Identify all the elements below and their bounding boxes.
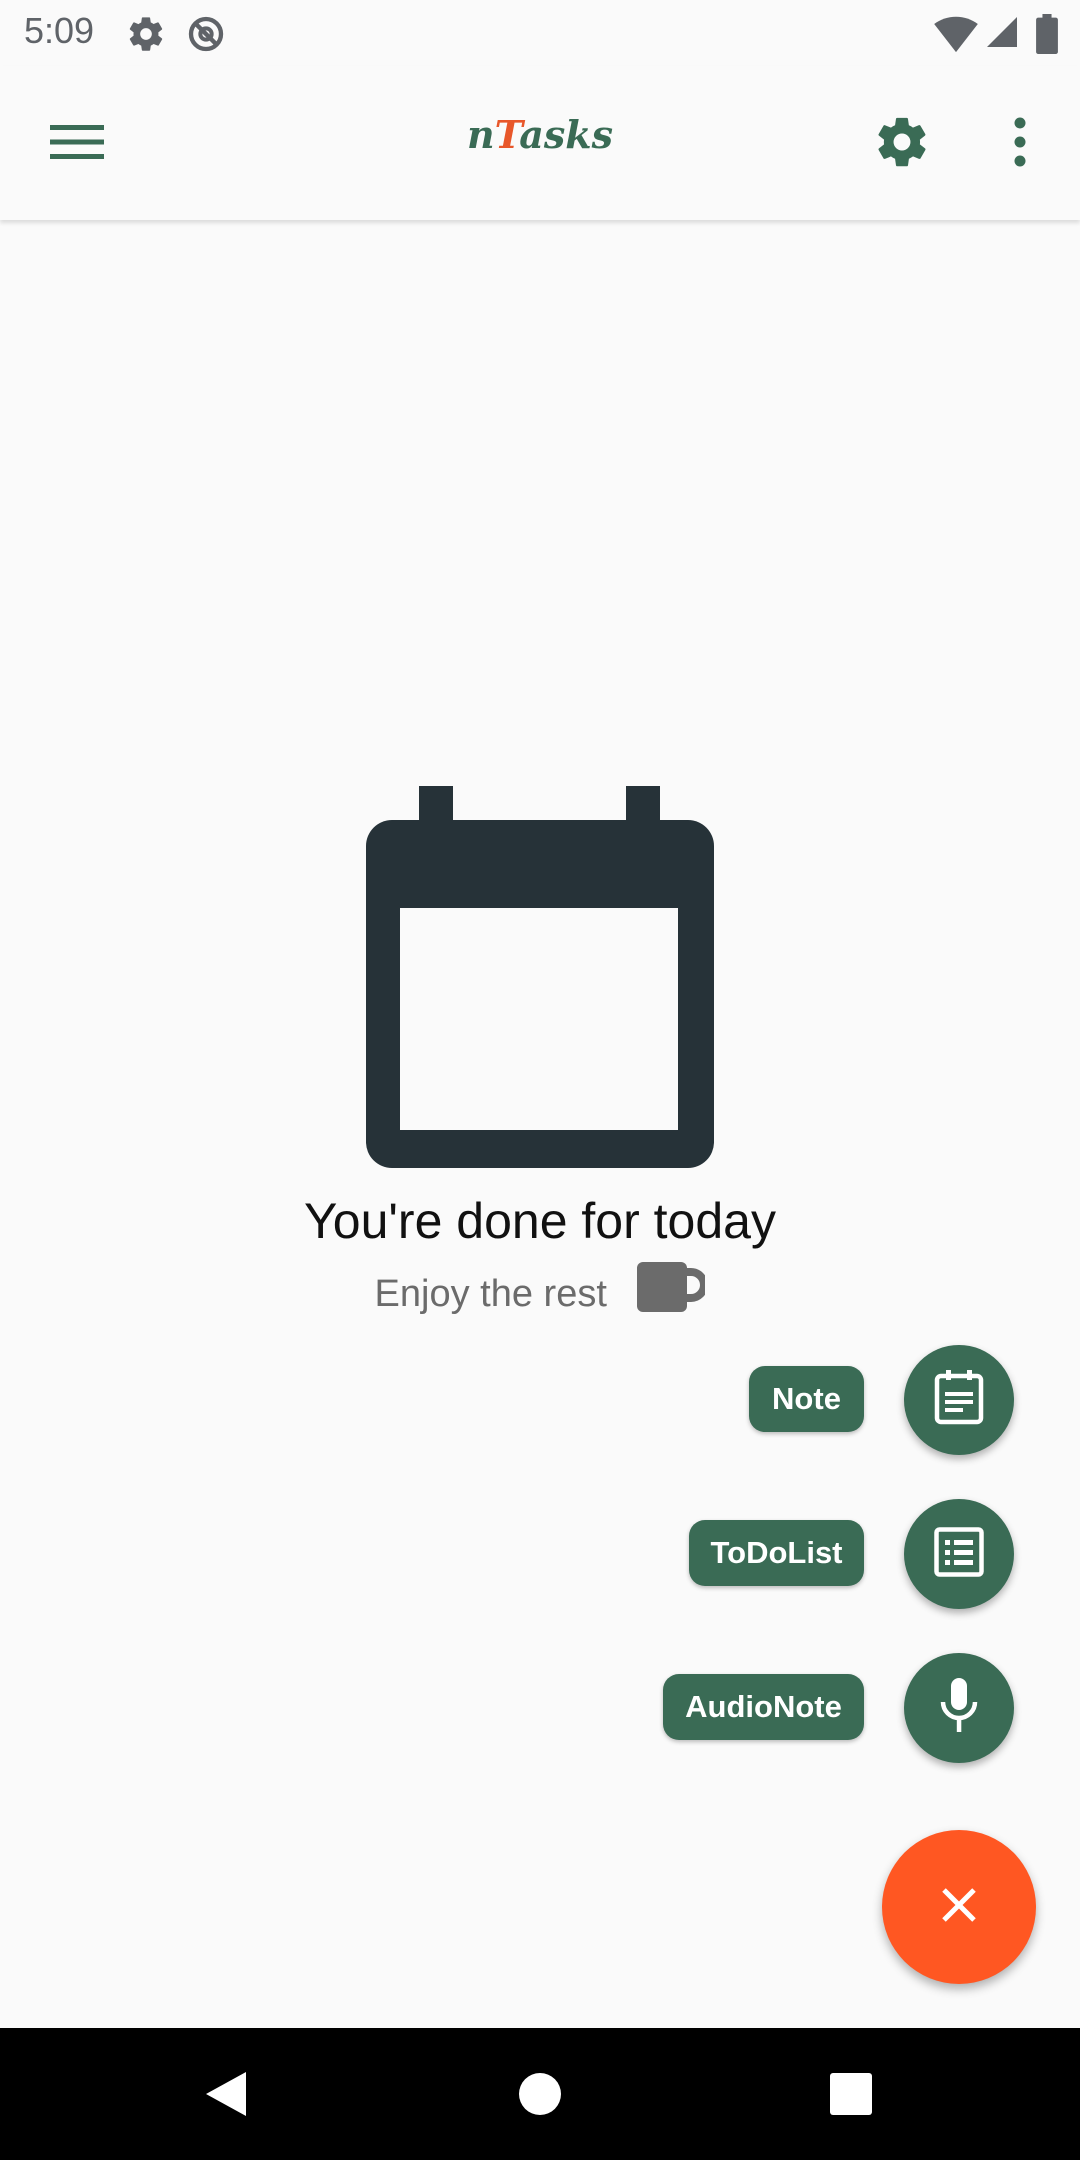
empty-state-title: You're done for today xyxy=(304,1193,776,1249)
settings-icon xyxy=(126,14,166,59)
audionote-fab[interactable] xyxy=(904,1653,1014,1763)
todolist-fab[interactable] xyxy=(904,1499,1014,1609)
navigation-bar xyxy=(0,2028,1080,2160)
app-title-t: T xyxy=(494,112,520,157)
microphone-icon xyxy=(939,1677,979,1739)
audionote-label[interactable]: AudioNote xyxy=(663,1674,864,1740)
signal-icon xyxy=(984,14,1020,55)
close-fab[interactable] xyxy=(882,1830,1036,1984)
battery-icon xyxy=(1036,14,1058,59)
recents-icon[interactable] xyxy=(811,2054,891,2134)
gear-icon[interactable] xyxy=(854,94,950,190)
status-time: 5:09 xyxy=(24,10,95,51)
screen: 5:09 nTasks You're done for today Enjoy … xyxy=(0,0,1080,2160)
note-label[interactable]: Note xyxy=(749,1366,864,1432)
back-icon[interactable] xyxy=(186,2054,266,2134)
empty-state-subtitle: Enjoy the rest xyxy=(374,1273,607,1316)
more-vert-icon[interactable] xyxy=(972,94,1068,190)
app-bar: nTasks xyxy=(0,66,1080,220)
home-icon[interactable] xyxy=(500,2054,580,2134)
mug-icon xyxy=(637,1262,709,1322)
close-icon xyxy=(941,1887,977,1928)
wifi-icon xyxy=(934,14,978,59)
calendar-icon xyxy=(366,786,714,1173)
no-sync-icon xyxy=(186,14,226,59)
todolist-label[interactable]: ToDoList xyxy=(689,1520,864,1586)
app-title-n: n xyxy=(466,112,495,157)
status-bar: 5:09 xyxy=(0,0,1080,66)
note-fab[interactable] xyxy=(904,1345,1014,1455)
empty-state-subtitle-row: Enjoy the rest xyxy=(0,1262,1080,1326)
note-icon xyxy=(933,1369,985,1431)
checklist-icon xyxy=(934,1526,984,1582)
app-title-rest: asks xyxy=(519,112,614,157)
